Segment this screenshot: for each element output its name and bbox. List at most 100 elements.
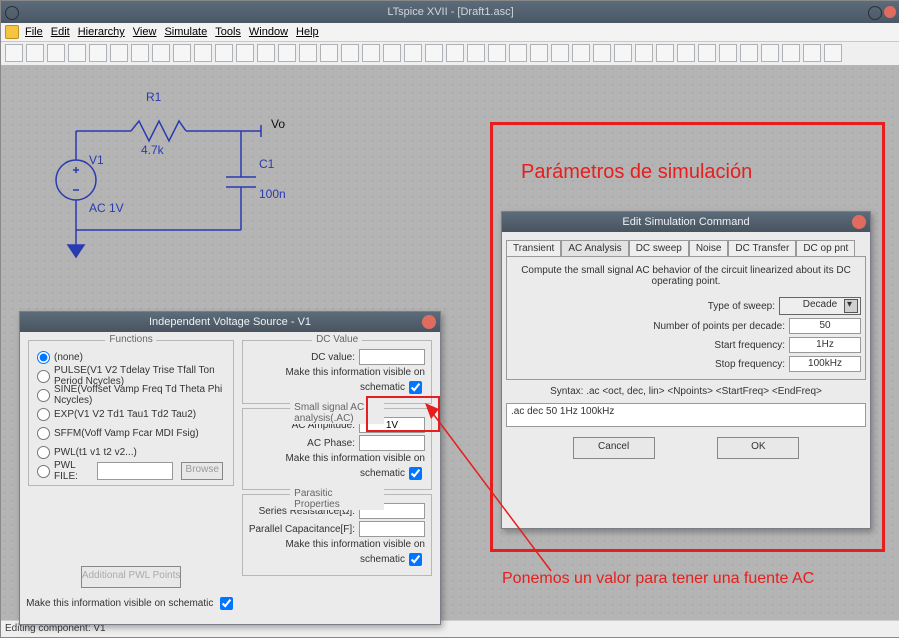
- toolbar-button-31[interactable]: [656, 44, 674, 62]
- window-menu-icon[interactable]: [5, 6, 19, 20]
- toolbar-button-22[interactable]: [467, 44, 485, 62]
- toolbar-button-8[interactable]: [173, 44, 191, 62]
- toolbar-button-20[interactable]: [425, 44, 443, 62]
- toolbar-button-33[interactable]: [698, 44, 716, 62]
- dialog-voltage-source-title: Independent Voltage Source - V1: [149, 316, 311, 328]
- toolbar-button-9[interactable]: [194, 44, 212, 62]
- menu-tools[interactable]: Tools: [215, 26, 241, 38]
- toolbar-button-12[interactable]: [257, 44, 275, 62]
- ac-tab-caption: Compute the small signal AC behavior of …: [521, 265, 851, 287]
- ac-phase-label: AC Phase:: [307, 438, 355, 449]
- toolbar-button-17[interactable]: [362, 44, 380, 62]
- func-radio-5[interactable]: [37, 446, 50, 459]
- tab-transient[interactable]: Transient: [506, 240, 561, 256]
- dc-value-label: DC value:: [311, 352, 355, 363]
- toolbar-button-5[interactable]: [110, 44, 128, 62]
- tab-noise[interactable]: Noise: [689, 240, 729, 256]
- close-icon[interactable]: [422, 315, 436, 329]
- menu-simulate[interactable]: Simulate: [164, 26, 207, 38]
- sweep-type-label: Type of sweep:: [708, 301, 775, 312]
- func-radio-2[interactable]: [37, 389, 50, 402]
- pwl-file-radio[interactable]: [37, 465, 50, 478]
- toolbar-button-29[interactable]: [614, 44, 632, 62]
- toolbar-button-24[interactable]: [509, 44, 527, 62]
- toolbar-button-10[interactable]: [215, 44, 233, 62]
- toolbar-button-35[interactable]: [740, 44, 758, 62]
- parallel-c-input[interactable]: [359, 521, 425, 537]
- toolbar-button-36[interactable]: [761, 44, 779, 62]
- tab-dc-sweep[interactable]: DC sweep: [629, 240, 689, 256]
- tab-dc-op-pnt[interactable]: DC op pnt: [796, 240, 855, 256]
- menu-window[interactable]: Window: [249, 26, 288, 38]
- toolbar-button-19[interactable]: [404, 44, 422, 62]
- toolbar-button-38[interactable]: [803, 44, 821, 62]
- toolbar-button-3[interactable]: [68, 44, 86, 62]
- r1-name-label: R1: [146, 90, 161, 104]
- toolbar-button-6[interactable]: [131, 44, 149, 62]
- toolbar-button-0[interactable]: [5, 44, 23, 62]
- toolbar-button-1[interactable]: [26, 44, 44, 62]
- tab-ac-analysis[interactable]: AC Analysis: [561, 240, 628, 256]
- func-radio-4[interactable]: [37, 427, 50, 440]
- pwl-file-label: PWL FILE:: [54, 460, 93, 482]
- func-radio-3[interactable]: [37, 408, 50, 421]
- func-label-0: (none): [54, 352, 83, 363]
- toolbar-button-26[interactable]: [551, 44, 569, 62]
- tab-dc-transfer[interactable]: DC Transfer: [728, 240, 796, 256]
- window-close-icon[interactable]: [884, 6, 896, 18]
- menu-help[interactable]: Help: [296, 26, 319, 38]
- chevron-down-icon[interactable]: [844, 299, 858, 313]
- parallel-c-label: Parallel Capacitance[F]:: [249, 524, 355, 535]
- toolbar-button-30[interactable]: [635, 44, 653, 62]
- toolbar-button-18[interactable]: [383, 44, 401, 62]
- dc-vis-label: Make this information visible on schemat…: [285, 367, 425, 393]
- menu-edit[interactable]: Edit: [51, 26, 70, 38]
- toolbar: /* toolbar buttons drawn via JS below */: [1, 42, 899, 67]
- toolbar-button-25[interactable]: [530, 44, 548, 62]
- close-icon[interactable]: [852, 215, 866, 229]
- toolbar-button-28[interactable]: [593, 44, 611, 62]
- toolbar-button-11[interactable]: [236, 44, 254, 62]
- toolbar-button-15[interactable]: [320, 44, 338, 62]
- menu-view[interactable]: View: [133, 26, 157, 38]
- toolbar-button-2[interactable]: [47, 44, 65, 62]
- toolbar-button-4[interactable]: [89, 44, 107, 62]
- dialog-voltage-source-titlebar[interactable]: Independent Voltage Source - V1: [20, 312, 440, 332]
- menu-hierarchy[interactable]: Hierarchy: [78, 26, 125, 38]
- func-radio-1[interactable]: [37, 370, 50, 383]
- toolbar-button-16[interactable]: [341, 44, 359, 62]
- fstop-input[interactable]: 100kHz: [789, 356, 861, 372]
- browse-button[interactable]: Browse: [181, 462, 223, 480]
- vo-net-label: Vo: [271, 117, 285, 131]
- toolbar-button-37[interactable]: [782, 44, 800, 62]
- menu-file[interactable]: File: [25, 26, 43, 38]
- npts-input[interactable]: 50: [789, 318, 861, 334]
- v1-value-label: AC 1V: [89, 201, 124, 215]
- dialog-sim-command-titlebar[interactable]: Edit Simulation Command: [502, 212, 870, 232]
- toolbar-button-27[interactable]: [572, 44, 590, 62]
- toolbar-button-32[interactable]: [677, 44, 695, 62]
- toolbar-button-14[interactable]: [299, 44, 317, 62]
- toolbar-button-39[interactable]: [824, 44, 842, 62]
- toolbar-button-7[interactable]: [152, 44, 170, 62]
- annotation-arrow: [421, 401, 591, 581]
- func-radio-0[interactable]: [37, 351, 50, 364]
- dlg1-vis-check-bottom[interactable]: [220, 597, 233, 610]
- window-minimize-icon[interactable]: [868, 6, 882, 20]
- parasitic-group-title: Parasitic Properties: [290, 488, 384, 510]
- additional-pwl-button[interactable]: Additional PWL Points: [81, 566, 182, 588]
- fstart-input[interactable]: 1Hz: [789, 337, 861, 353]
- toolbar-button-13[interactable]: [278, 44, 296, 62]
- dc-vis-check[interactable]: [409, 381, 422, 394]
- dlg2-ok-button[interactable]: OK: [717, 437, 799, 459]
- ac-phase-input[interactable]: [359, 435, 425, 451]
- fstart-label: Start frequency:: [714, 340, 785, 351]
- toolbar-button-34[interactable]: [719, 44, 737, 62]
- toolbar-button-23[interactable]: [488, 44, 506, 62]
- dc-value-input[interactable]: [359, 349, 425, 365]
- sim-params-annotation: Parámetros de simulación: [521, 161, 752, 184]
- dialog-voltage-source: Independent Voltage Source - V1 Function…: [19, 311, 441, 625]
- sweep-type-select[interactable]: Decade: [779, 297, 861, 315]
- pwl-file-input[interactable]: [97, 462, 173, 480]
- toolbar-button-21[interactable]: [446, 44, 464, 62]
